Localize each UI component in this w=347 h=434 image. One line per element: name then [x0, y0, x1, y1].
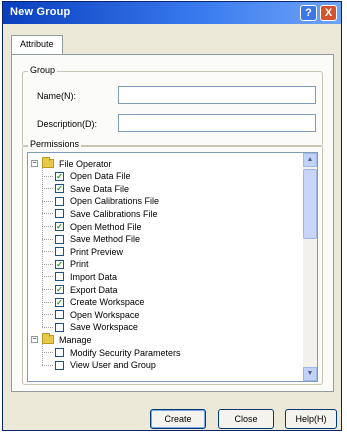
tab-attribute[interactable]: Attribute [11, 35, 63, 54]
permission-label: Open Workspace [70, 309, 140, 320]
new-group-dialog: New Group ? X Attribute Group Name(N): D… [2, 1, 342, 431]
permission-item[interactable]: Save Calibrations File [42, 207, 158, 220]
collapse-icon[interactable]: − [31, 160, 38, 167]
permission-checkbox[interactable]: ✓ [55, 184, 64, 194]
permission-item[interactable]: ✓ Save Data File [42, 182, 130, 195]
tab-strip: Attribute [11, 35, 63, 54]
tree-connector [42, 326, 53, 328]
permission-item[interactable]: Open Calibrations File [42, 195, 160, 208]
tree-scrollbar[interactable]: ▲ ▼ [303, 153, 317, 381]
permission-checkbox[interactable] [55, 310, 64, 320]
tree-category-label: Manage [59, 334, 92, 345]
permission-item[interactable]: Print Preview [42, 245, 124, 258]
scroll-thumb[interactable] [303, 169, 317, 239]
tree-connector [42, 226, 53, 227]
collapse-icon[interactable]: − [31, 336, 38, 344]
permission-label: Save Workspace [70, 322, 138, 333]
permission-label: Open Method File [70, 221, 142, 232]
permission-label: Save Method File [70, 234, 141, 245]
title-bar[interactable]: New Group ? X [3, 2, 341, 24]
tree-connector [42, 364, 53, 366]
permission-item[interactable]: ✓ Open Method File [42, 220, 142, 233]
tree-connector [42, 314, 53, 316]
tree-connector [42, 352, 53, 353]
tree-connector [42, 301, 53, 303]
tree-category[interactable]: − Manage [31, 333, 92, 346]
description-input[interactable] [119, 115, 315, 131]
tree-connector [42, 344, 43, 365]
permission-item[interactable]: ✓ Create Workspace [42, 296, 145, 309]
permission-checkbox[interactable]: ✓ [55, 285, 64, 294]
permission-checkbox[interactable] [55, 234, 64, 244]
tree-connector [42, 200, 53, 202]
create-button[interactable]: Create [150, 409, 206, 429]
folder-icon [42, 157, 54, 168]
tree-connector [42, 289, 53, 290]
permission-item[interactable]: ✓ Export Data [42, 283, 118, 296]
permission-checkbox[interactable] [55, 247, 64, 257]
permission-label: Modify Security Parameters [70, 347, 181, 358]
help-icon[interactable]: ? [300, 5, 317, 21]
tree-category[interactable]: − File Operator [31, 157, 112, 170]
permission-checkbox[interactable] [55, 322, 64, 332]
close-button[interactable]: Close [218, 409, 274, 429]
permission-checkbox[interactable] [55, 272, 64, 282]
tree-connector [42, 238, 53, 240]
name-label: Name(N): [37, 91, 77, 101]
permission-label: Open Calibrations File [70, 196, 160, 207]
tree-connector [42, 251, 53, 253]
permission-item[interactable]: Open Workspace [42, 308, 140, 321]
group-groupbox: Group Name(N): Description(D): [22, 65, 323, 147]
permission-item[interactable]: ✓ Open Data File [42, 170, 131, 183]
tree-connector [42, 213, 53, 215]
window-title: New Group [10, 6, 71, 18]
close-icon[interactable]: X [320, 5, 337, 21]
permission-label: Open Data File [70, 171, 131, 182]
scroll-up-icon[interactable]: ▲ [303, 153, 317, 167]
tree-connector [42, 168, 43, 328]
permission-label: View User and Group [70, 360, 156, 371]
permission-label: Save Calibrations File [70, 208, 158, 219]
permission-checkbox[interactable] [55, 348, 64, 357]
permission-label: Create Workspace [70, 297, 145, 308]
description-label: Description(D): [37, 119, 98, 129]
permission-checkbox[interactable]: ✓ [55, 171, 64, 181]
permission-checkbox[interactable]: ✓ [55, 297, 64, 307]
tree-category-label: File Operator [59, 158, 112, 169]
help-button[interactable]: Help(H) [285, 409, 337, 429]
tree-connector [42, 263, 53, 265]
scroll-down-icon[interactable]: ▼ [303, 367, 317, 381]
permission-label: Import Data [70, 271, 118, 282]
tree-connector [42, 175, 53, 177]
permission-checkbox[interactable] [55, 209, 64, 219]
permissions-label: Permissions [28, 139, 82, 149]
permission-item[interactable]: Import Data [42, 270, 118, 283]
permissions-tree[interactable]: − File Operator ✓ Open Data File ✓ Save Data … [27, 152, 318, 382]
permission-label: Print [70, 259, 89, 270]
name-field[interactable] [118, 86, 316, 104]
name-input[interactable] [119, 87, 315, 103]
permission-item[interactable]: Modify Security Parameters [42, 346, 181, 359]
permission-item[interactable]: View User and Group [42, 359, 156, 372]
permission-item[interactable]: Save Workspace [42, 321, 138, 334]
tree-connector [42, 276, 53, 278]
permission-label: Export Data [70, 284, 118, 295]
permissions-groupbox: Permissions − File Operator ✓ Open Data Fil… [22, 139, 323, 385]
permission-checkbox[interactable]: ✓ [55, 259, 64, 269]
permission-item[interactable]: ✓ Print [42, 258, 89, 271]
tree-connector [42, 188, 53, 190]
permission-label: Print Preview [70, 246, 124, 257]
permission-checkbox[interactable] [55, 360, 64, 370]
permission-checkbox[interactable] [55, 196, 64, 206]
attribute-panel: Group Name(N): Description(D): Permissio… [11, 54, 334, 392]
permission-checkbox[interactable]: ✓ [55, 222, 64, 231]
permission-item[interactable]: Save Method File [42, 233, 141, 246]
permission-label: Save Data File [70, 183, 130, 194]
group-label: Group [28, 65, 58, 75]
description-field[interactable] [118, 114, 316, 132]
folder-icon [42, 333, 54, 345]
